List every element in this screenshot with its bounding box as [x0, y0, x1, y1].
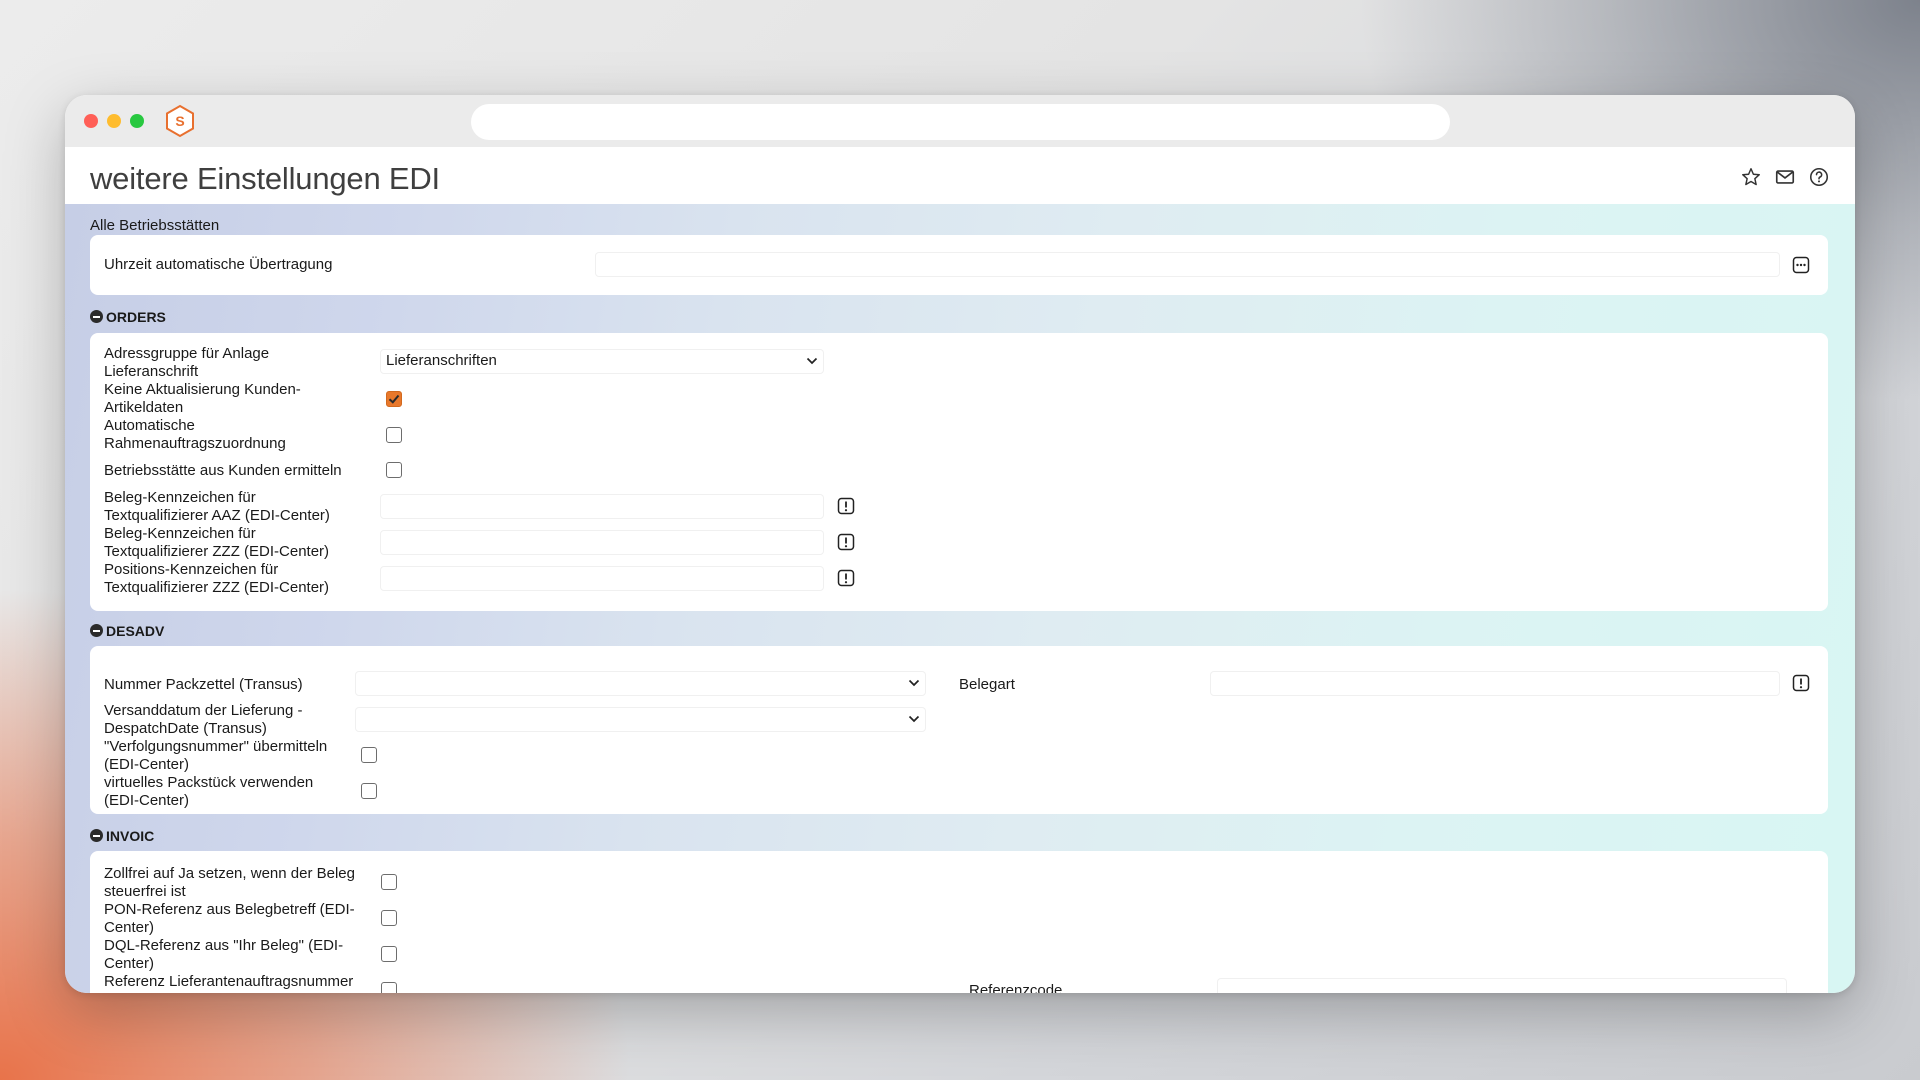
beleg-zzz-input[interactable] [380, 530, 824, 555]
alert-icon[interactable] [837, 533, 855, 551]
collapse-icon[interactable] [90, 829, 103, 842]
adressgruppe-select-value: Lieferanschriften [386, 352, 497, 369]
orders-panel: Adressgruppe für Anlage Lieferanschrift L… [90, 333, 1828, 611]
app-logo-icon[interactable]: S [164, 104, 196, 138]
checkmark-icon [388, 394, 400, 404]
close-window-button[interactable] [84, 114, 98, 128]
collapse-icon[interactable] [90, 310, 103, 323]
help-icon[interactable] [1808, 166, 1830, 188]
uhrzeit-label: Uhrzeit automatische Übertragung [104, 256, 333, 273]
group-label: Alle Betriebsstätten [90, 217, 220, 234]
packstueck-checkbox[interactable] [361, 783, 377, 799]
pos-zzz-label: Positions-Kennzeichen für Textqualifizier… [104, 561, 330, 596]
belegart-label: Belegart [959, 676, 1015, 693]
chevron-down-icon [806, 357, 818, 365]
chevron-down-icon [908, 679, 920, 687]
chevron-down-icon [908, 715, 920, 723]
packzettel-select[interactable] [355, 671, 926, 696]
svg-text:S: S [175, 113, 184, 129]
adressgruppe-label: Adressgruppe für Anlage Lieferanschrift [104, 345, 270, 380]
browser-window: S weitere Einstellungen EDI Alle Betrieb… [65, 95, 1855, 993]
alert-icon[interactable] [837, 497, 855, 515]
zollfrei-label: Zollfrei auf Ja setzen, wenn der Beleg st… [104, 865, 355, 900]
dql-referenz-label: DQL-Referenz aus "Ihr Beleg" (EDI- Center… [104, 937, 344, 972]
beleg-aaz-input[interactable] [380, 494, 824, 519]
alert-icon[interactable] [837, 569, 855, 587]
rahmenauftrag-checkbox[interactable] [386, 427, 402, 443]
keine-aktualisierung-checkbox[interactable] [386, 391, 402, 407]
pon-referenz-checkbox[interactable] [381, 910, 397, 926]
address-bar[interactable] [471, 104, 1450, 140]
page-header: weitere Einstellungen EDI [65, 147, 1855, 204]
invoic-section-title: INVOIC [106, 828, 155, 844]
dql-referenz-checkbox[interactable] [381, 946, 397, 962]
beleg-aaz-label: Beleg-Kennzeichen für Textqualifizierer A… [104, 489, 330, 524]
title-bar: S [65, 95, 1855, 147]
zollfrei-checkbox[interactable] [381, 874, 397, 890]
minimize-window-button[interactable] [107, 114, 121, 128]
time-picker-icon[interactable] [1792, 256, 1810, 274]
orders-section-header[interactable]: ORDERS [90, 309, 166, 325]
invoic-section-header[interactable]: INVOIC [90, 828, 154, 844]
verfolgungsnummer-checkbox[interactable] [361, 747, 377, 763]
mail-icon[interactable] [1774, 166, 1796, 188]
alert-icon[interactable] [1792, 674, 1810, 692]
desadv-section-header[interactable]: DESADV [90, 623, 164, 639]
belegart-input[interactable] [1210, 671, 1780, 696]
page-title: weitere Einstellungen EDI [90, 161, 440, 196]
pos-zzz-input[interactable] [380, 566, 824, 591]
referenzcode-input[interactable] [1217, 978, 1787, 993]
packstueck-label: virtuelles Packstück verwenden (EDI-Cente… [104, 774, 314, 809]
beleg-zzz-label: Beleg-Kennzeichen für Textqualifizierer Z… [104, 525, 330, 560]
packzettel-label: Nummer Packzettel (Transus) [104, 676, 303, 693]
general-panel: Uhrzeit automatische Übertragung [90, 235, 1828, 295]
betriebsstaette-checkbox[interactable] [386, 462, 402, 478]
referenz-lieferantenauftrag-checkbox[interactable] [381, 982, 397, 993]
maximize-window-button[interactable] [130, 114, 144, 128]
star-icon[interactable] [1740, 166, 1762, 188]
pon-referenz-label: PON-Referenz aus Belegbetreff (EDI- Cente… [104, 901, 355, 936]
betriebsstaette-label: Betriebsstätte aus Kunden ermitteln [104, 462, 342, 479]
settings-content: Alle Betriebsstätten Uhrzeit automatisch… [65, 204, 1855, 993]
desadv-panel: Nummer Packzettel (Transus) Versanddatum… [90, 646, 1828, 814]
versanddatum-label: Versanddatum der Lieferung - DespatchDate… [104, 702, 303, 737]
desadv-section-title: DESADV [106, 623, 165, 639]
rahmenauftrag-label: Automatische Rahmenauftragszuordnung [104, 417, 286, 452]
referenzcode-label: Referenzcode [969, 982, 1063, 993]
uhrzeit-input[interactable] [595, 252, 1780, 277]
versanddatum-select[interactable] [355, 707, 926, 732]
referenz-lieferantenauftrag-label: Referenz Lieferantenauftragsnummer [104, 973, 354, 990]
verfolgungsnummer-label: "Verfolgungsnummer" übermitteln (EDI-Cent… [104, 738, 328, 773]
invoic-panel: Zollfrei auf Ja setzen, wenn der Beleg st… [90, 851, 1828, 993]
collapse-icon[interactable] [90, 624, 103, 637]
keine-aktualisierung-label: Keine Aktualisierung Kunden- Artikeldaten [104, 381, 301, 416]
orders-section-title: ORDERS [106, 309, 166, 325]
adressgruppe-select[interactable]: Lieferanschriften [380, 349, 824, 374]
